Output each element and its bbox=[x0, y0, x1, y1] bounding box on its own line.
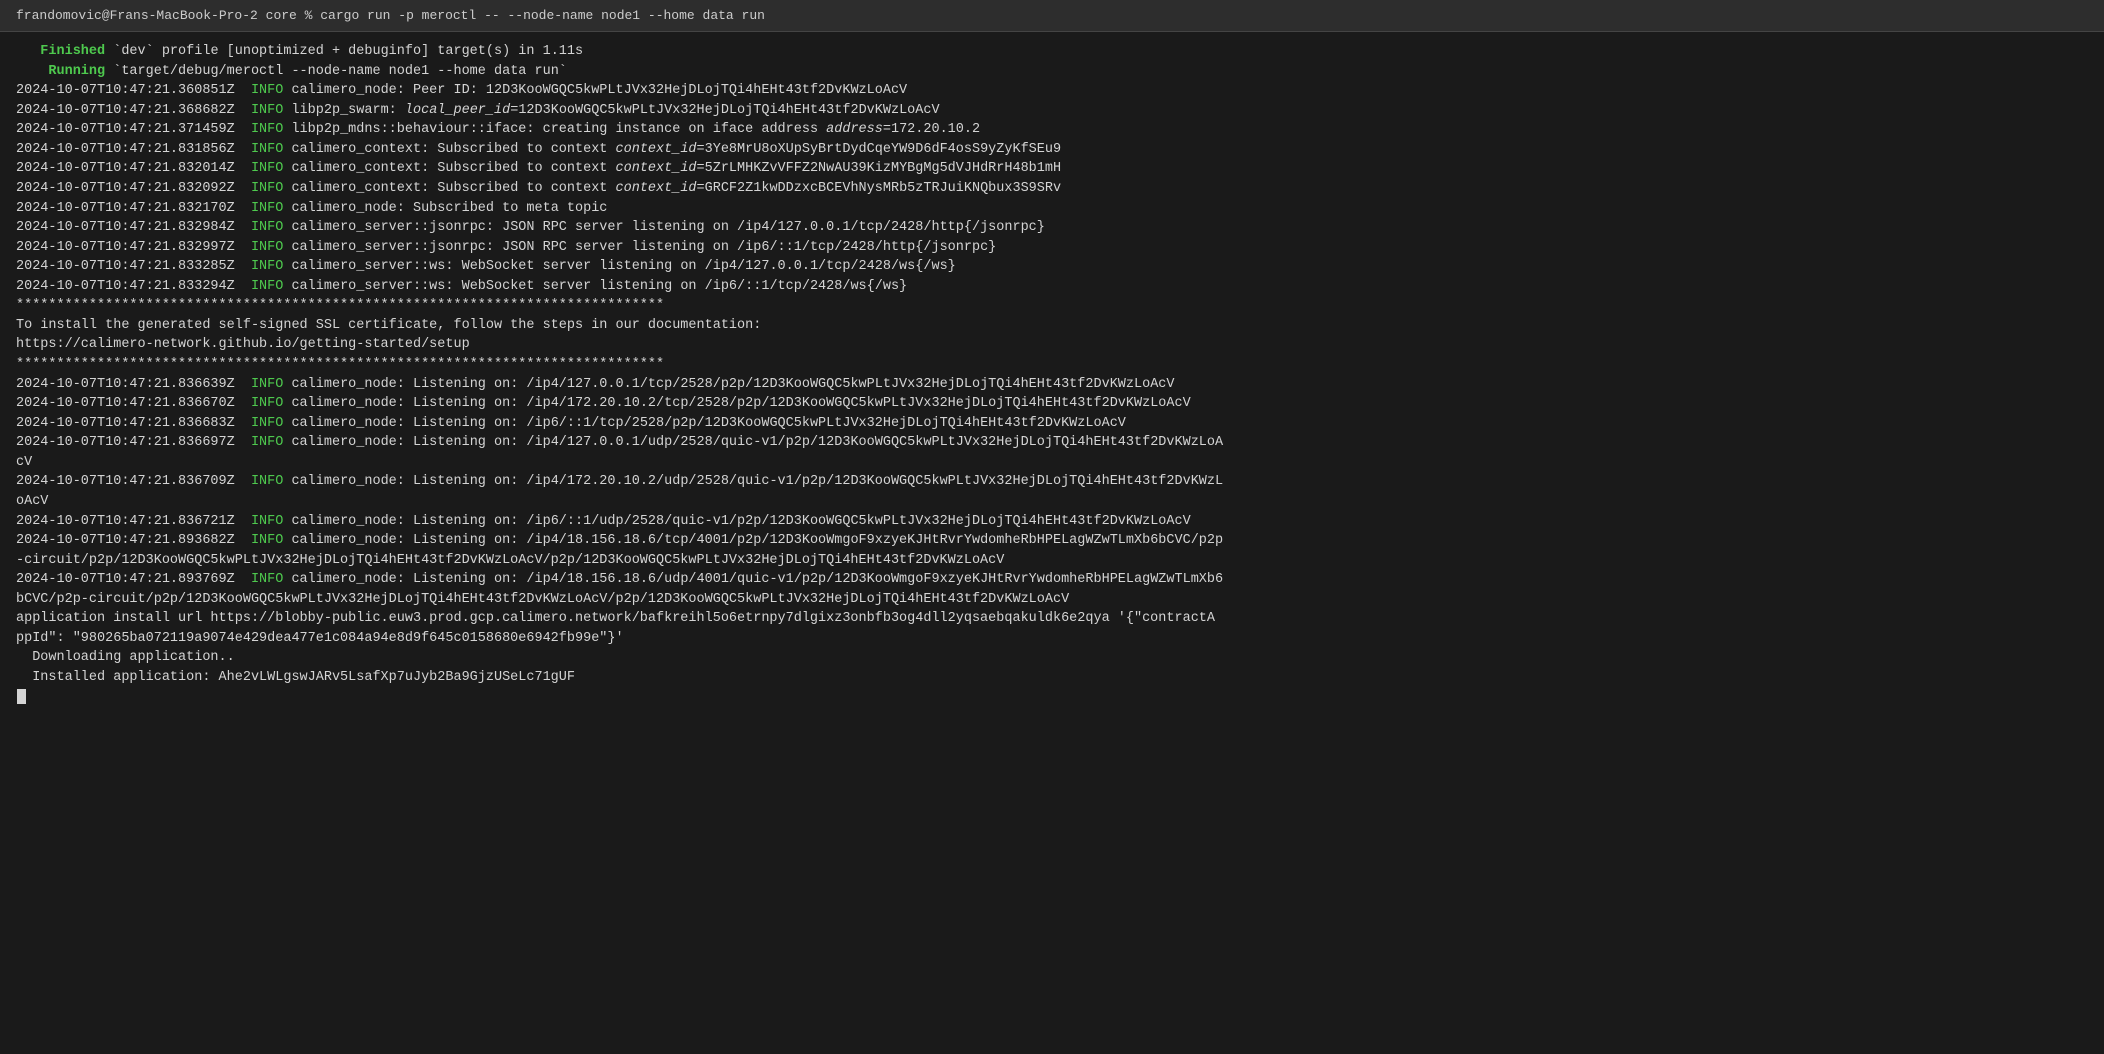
title-text: frandomovic@Frans-MacBook-Pro-2 core % c… bbox=[16, 8, 765, 23]
log-line-13: 2024-10-07T10:47:21.836670Z INFO calimer… bbox=[16, 394, 2088, 414]
log-line-18: 2024-10-07T10:47:21.893682Z INFO calimer… bbox=[16, 531, 2088, 551]
cursor-line bbox=[16, 688, 2088, 708]
running-rest: `target/debug/meroctl --node-name node1 … bbox=[105, 64, 567, 79]
log-line-7: 2024-10-07T10:47:21.832170Z INFO calimer… bbox=[16, 199, 2088, 219]
finished-rest: `dev` profile [unoptimized + debuginfo] … bbox=[105, 44, 583, 59]
log-line-15b: cV bbox=[16, 453, 2088, 473]
ssl-url: https://calimero-network.github.io/getti… bbox=[16, 335, 2088, 355]
finished-line: Finished `dev` profile [unoptimized + de… bbox=[16, 42, 2088, 62]
app-install-line-2: ppId": "980265ba072119a9074e429dea477e1c… bbox=[16, 629, 2088, 649]
log-line-15: 2024-10-07T10:47:21.836697Z INFO calimer… bbox=[16, 433, 2088, 453]
log-line-5: 2024-10-07T10:47:21.832014Z INFO calimer… bbox=[16, 159, 2088, 179]
log-line-19b: bCVC/p2p-circuit/p2p/12D3KooWGQC5kwPLtJV… bbox=[16, 590, 2088, 610]
stars-line-1: ****************************************… bbox=[16, 296, 2088, 316]
log-line-9: 2024-10-07T10:47:21.832997Z INFO calimer… bbox=[16, 238, 2088, 258]
log-line-6: 2024-10-07T10:47:21.832092Z INFO calimer… bbox=[16, 179, 2088, 199]
log-line-2: 2024-10-07T10:47:21.368682Z INFO libp2p_… bbox=[16, 101, 2088, 121]
log-line-1: 2024-10-07T10:47:21.360851Z INFO calimer… bbox=[16, 81, 2088, 101]
log-line-16b: oAcV bbox=[16, 492, 2088, 512]
app-install-line-1: application install url https://blobby-p… bbox=[16, 609, 2088, 629]
log-line-3: 2024-10-07T10:47:21.371459Z INFO libp2p_… bbox=[16, 120, 2088, 140]
finished-label: Finished bbox=[16, 44, 105, 59]
log-line-19: 2024-10-07T10:47:21.893769Z INFO calimer… bbox=[16, 570, 2088, 590]
downloading-line: Downloading application.. bbox=[16, 648, 2088, 668]
log-line-17: 2024-10-07T10:47:21.836721Z INFO calimer… bbox=[16, 512, 2088, 532]
installed-line: Installed application: Ahe2vLWLgswJARv5L… bbox=[16, 668, 2088, 688]
ssl-line-1: To install the generated self-signed SSL… bbox=[16, 316, 2088, 336]
log-line-10: 2024-10-07T10:47:21.833285Z INFO calimer… bbox=[16, 257, 2088, 277]
log-line-4: 2024-10-07T10:47:21.831856Z INFO calimer… bbox=[16, 140, 2088, 160]
terminal-cursor bbox=[17, 689, 26, 704]
log-line-12: 2024-10-07T10:47:21.836639Z INFO calimer… bbox=[16, 375, 2088, 395]
log-line-16: 2024-10-07T10:47:21.836709Z INFO calimer… bbox=[16, 472, 2088, 492]
terminal-content: Finished `dev` profile [unoptimized + de… bbox=[0, 32, 2104, 717]
terminal: frandomovic@Frans-MacBook-Pro-2 core % c… bbox=[0, 0, 2104, 1054]
running-line: Running `target/debug/meroctl --node-nam… bbox=[16, 62, 2088, 82]
running-label: Running bbox=[16, 64, 105, 79]
log-line-8: 2024-10-07T10:47:21.832984Z INFO calimer… bbox=[16, 218, 2088, 238]
log-line-18b: -circuit/p2p/12D3KooWGQC5kwPLtJVx32HejDL… bbox=[16, 551, 2088, 571]
log-line-11: 2024-10-07T10:47:21.833294Z INFO calimer… bbox=[16, 277, 2088, 297]
stars-line-2: ****************************************… bbox=[16, 355, 2088, 375]
log-line-14: 2024-10-07T10:47:21.836683Z INFO calimer… bbox=[16, 414, 2088, 434]
title-bar: frandomovic@Frans-MacBook-Pro-2 core % c… bbox=[0, 0, 2104, 32]
